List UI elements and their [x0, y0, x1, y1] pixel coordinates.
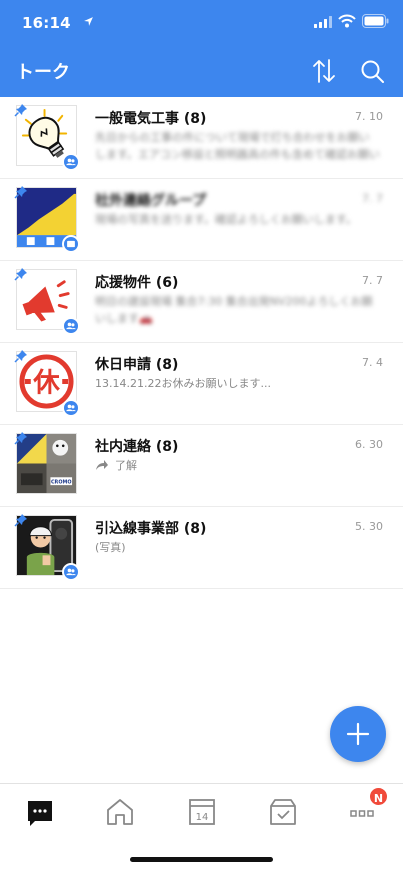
holiday-stamp-label: 休 [32, 367, 60, 398]
chat-title: 社外連絡グループ [95, 193, 207, 209]
chat-title: 社内連絡 (8) [95, 439, 179, 455]
chat-title: 応援物件 (6) [95, 275, 179, 291]
tab-home[interactable] [98, 792, 142, 832]
tab-talk[interactable] [18, 792, 62, 832]
pin-icon [14, 186, 27, 199]
pin-icon [14, 268, 27, 281]
signal-icon [314, 16, 332, 28]
status-time: 16:14 [22, 14, 71, 32]
chat-bubble-icon [28, 801, 52, 826]
cromo-label: CROMO [51, 480, 72, 486]
chat-row[interactable]: 引込線事業部 (8) 5. 30 (写真) [0, 507, 403, 589]
page-title: トーク [16, 62, 70, 83]
notification-badge: N [368, 786, 389, 807]
chat-preview: 現場の写真を送ります。確認よろしくお願いします。 [95, 213, 357, 226]
home-icon [107, 799, 133, 825]
chat-date: 5. 30 [355, 520, 383, 533]
status-bar: 16:14 [0, 0, 403, 44]
group-badge-icon [62, 399, 80, 417]
chat-date: 7. 7 [362, 274, 383, 287]
group-badge-icon [62, 153, 80, 171]
chat-preview: 明日の建設現場 集合7:30 集合出発NV200よろしくお願いします🚗 [95, 295, 373, 325]
chat-date: 7. 10 [355, 110, 383, 123]
share-arrow-icon [96, 460, 108, 470]
task-box-icon [270, 799, 296, 825]
tab-tasks[interactable] [261, 792, 305, 832]
chat-preview: 13.14.21.22お休みお願いします... [95, 377, 271, 390]
chat-preview: 了解 [95, 457, 380, 474]
tab-calendar[interactable]: 14 [180, 792, 224, 832]
chat-preview: 先日からの工事の件について現場で打ち合わせをお願いします。エアコン移設と照明器具… [95, 131, 380, 161]
new-chat-button[interactable] [330, 706, 386, 762]
plus-icon [346, 722, 370, 746]
chat-title: 引込線事業部 (8) [95, 521, 207, 537]
group-badge-icon [62, 317, 80, 335]
battery-icon [362, 14, 389, 28]
chat-row[interactable]: 一般電気工事 (8) 7. 10 先日からの工事の件について現場で打ち合わせをお… [0, 97, 403, 179]
top-bar: 16:14 トーク [0, 0, 403, 97]
chat-date: 6. 30 [355, 438, 383, 451]
location-arrow-icon [84, 17, 93, 26]
chat-row[interactable]: 社外連絡グループ 7. 7 現場の写真を送ります。確認よろしくお願いします。 [0, 179, 403, 261]
chat-title: 休日申請 (8) [95, 357, 179, 373]
chat-row[interactable]: 応援物件 (6) 7. 7 明日の建設現場 集合7:30 集合出発NV200よろ… [0, 261, 403, 343]
pin-icon [14, 350, 27, 363]
chat-row[interactable]: CROMO 社内連絡 (8) 6. 30 了解 [0, 425, 403, 507]
pin-icon [14, 104, 27, 117]
chat-preview: (写真) [95, 541, 126, 554]
chat-date: 7. 4 [362, 356, 383, 369]
calendar-icon: 14 [189, 799, 215, 825]
pin-icon [14, 514, 27, 527]
sort-icon[interactable] [312, 58, 336, 84]
wifi-icon [338, 14, 356, 28]
search-icon[interactable] [360, 59, 385, 84]
chat-row[interactable]: 休 休日申請 (8) 7. 4 13.14.21.22お休みお願いします... [0, 343, 403, 425]
group-badge-icon [62, 563, 80, 581]
chat-list: 一般電気工事 (8) 7. 10 先日からの工事の件について現場で打ち合わせをお… [0, 97, 403, 589]
calendar-day: 14 [196, 812, 209, 823]
chat-date: 7. 7 [362, 192, 383, 205]
chat-title: 一般電気工事 (8) [95, 111, 207, 127]
group-badge-icon [62, 235, 80, 253]
pin-icon [14, 432, 27, 445]
home-indicator [130, 857, 273, 862]
